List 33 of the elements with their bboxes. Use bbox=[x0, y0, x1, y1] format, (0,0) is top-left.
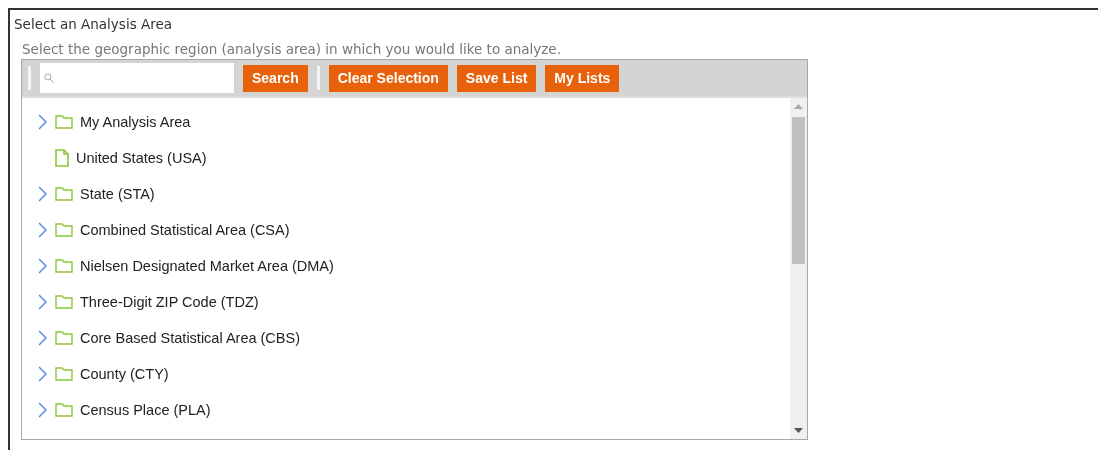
expand-chevron-icon[interactable] bbox=[36, 186, 48, 202]
expand-chevron-icon[interactable] bbox=[36, 222, 48, 238]
expand-chevron-icon[interactable] bbox=[36, 402, 48, 418]
expand-chevron-icon[interactable] bbox=[36, 294, 48, 310]
tree-item[interactable]: Three-Digit ZIP Code (TDZ) bbox=[80, 294, 259, 310]
expand-chevron-icon[interactable] bbox=[36, 114, 48, 130]
folder-icon bbox=[55, 259, 73, 273]
tree-item[interactable]: Combined Statistical Area (CSA) bbox=[80, 222, 290, 238]
tree-item[interactable]: Nielsen Designated Market Area (DMA) bbox=[80, 258, 334, 274]
expand-chevron-icon[interactable] bbox=[36, 366, 48, 382]
document-icon bbox=[55, 149, 69, 167]
scrollbar[interactable] bbox=[790, 98, 807, 439]
folder-icon bbox=[55, 403, 73, 417]
scroll-down-icon[interactable] bbox=[794, 428, 803, 433]
expand-chevron-icon[interactable] bbox=[36, 258, 48, 274]
scroll-up-icon[interactable] bbox=[794, 104, 803, 109]
panel-description: Select the geographic region (analysis area) in which you would like to analyze. bbox=[22, 41, 561, 57]
tree-item[interactable]: State (STA) bbox=[80, 186, 155, 202]
expand-chevron-icon[interactable] bbox=[36, 330, 48, 346]
tree-item[interactable]: United States (USA) bbox=[76, 150, 207, 166]
folder-icon bbox=[55, 367, 73, 381]
folder-icon bbox=[55, 223, 73, 237]
panel-title: Select an Analysis Area bbox=[14, 16, 173, 32]
scroll-thumb[interactable] bbox=[792, 117, 805, 264]
tree-item[interactable]: County (CTY) bbox=[80, 366, 169, 382]
tree-item[interactable]: My Analysis Area bbox=[80, 114, 191, 130]
tree-item[interactable]: Census Place (PLA) bbox=[80, 402, 211, 418]
folder-icon bbox=[55, 115, 73, 129]
folder-icon bbox=[55, 295, 73, 309]
folder-icon bbox=[55, 187, 73, 201]
tree-item[interactable]: Core Based Statistical Area (CBS) bbox=[80, 330, 300, 346]
folder-icon bbox=[55, 331, 73, 345]
search-field[interactable] bbox=[40, 63, 234, 93]
